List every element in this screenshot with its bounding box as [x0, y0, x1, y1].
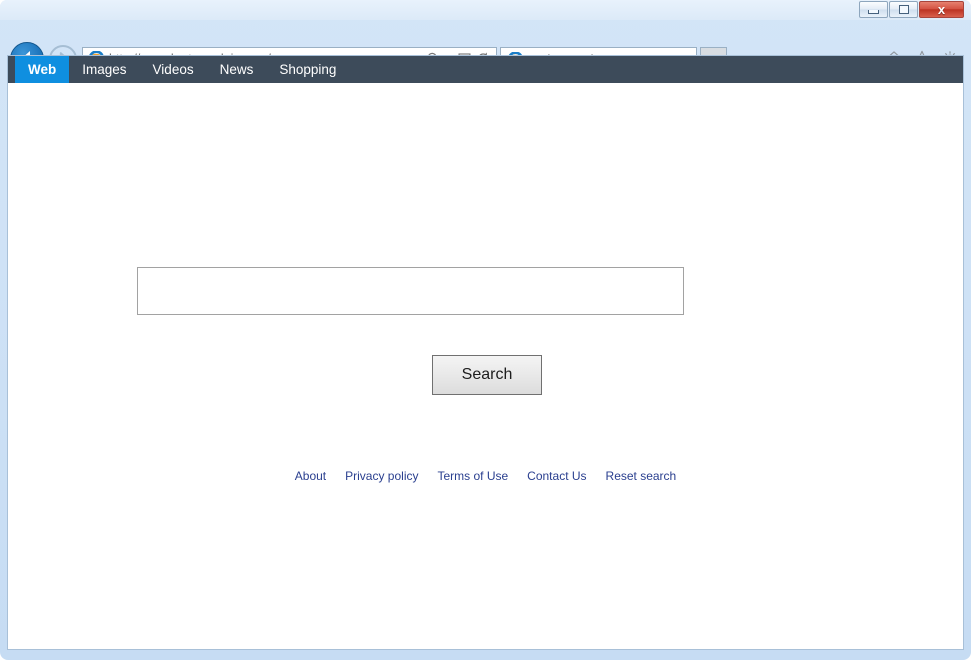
- nav-label-shopping: Shopping: [279, 62, 337, 77]
- sidebar-item-videos[interactable]: Videos: [140, 56, 207, 83]
- sidebar-item-shopping[interactable]: Shopping: [266, 56, 349, 83]
- browser-toolbar: http://search.otwexplain.com/: [0, 20, 971, 76]
- sidebar-item-web[interactable]: Web: [15, 56, 70, 83]
- footer-link-privacy-policy[interactable]: Privacy policy: [345, 469, 418, 483]
- nav-label-images: Images: [82, 62, 127, 77]
- nav-label-news: News: [219, 62, 254, 77]
- sidebar-item-news[interactable]: News: [207, 56, 267, 83]
- close-button[interactable]: x: [919, 1, 964, 18]
- minimize-button[interactable]: [859, 1, 888, 18]
- nav-label-videos: Videos: [152, 62, 194, 77]
- site-nav-bar: Web Images Videos News Shopping: [8, 56, 963, 83]
- window-controls: x: [858, 1, 964, 19]
- footer-link-contact-us[interactable]: Contact Us: [527, 469, 586, 483]
- browser-window: x http://search.otwexplain.com/: [0, 0, 971, 660]
- close-icon: x: [937, 2, 946, 17]
- restore-button[interactable]: [889, 1, 918, 18]
- search-input[interactable]: [137, 267, 684, 315]
- page-content: Search About Privacy policy Terms of Use…: [8, 83, 963, 649]
- footer-link-about[interactable]: About: [295, 469, 326, 483]
- footer-link-terms-of-use[interactable]: Terms of Use: [437, 469, 508, 483]
- title-bar: x: [0, 0, 971, 20]
- search-button[interactable]: Search: [432, 355, 542, 395]
- page-viewport: Web Images Videos News Shopping Search A…: [7, 55, 964, 650]
- nav-label-web: Web: [28, 62, 57, 77]
- footer-links: About Privacy policy Terms of Use Contac…: [8, 469, 963, 483]
- footer-link-reset-search[interactable]: Reset search: [606, 469, 677, 483]
- minimize-icon: [868, 9, 879, 14]
- vertical-scrollbar[interactable]: [961, 110, 963, 649]
- restore-icon: [898, 5, 909, 14]
- sidebar-item-images[interactable]: Images: [69, 56, 139, 83]
